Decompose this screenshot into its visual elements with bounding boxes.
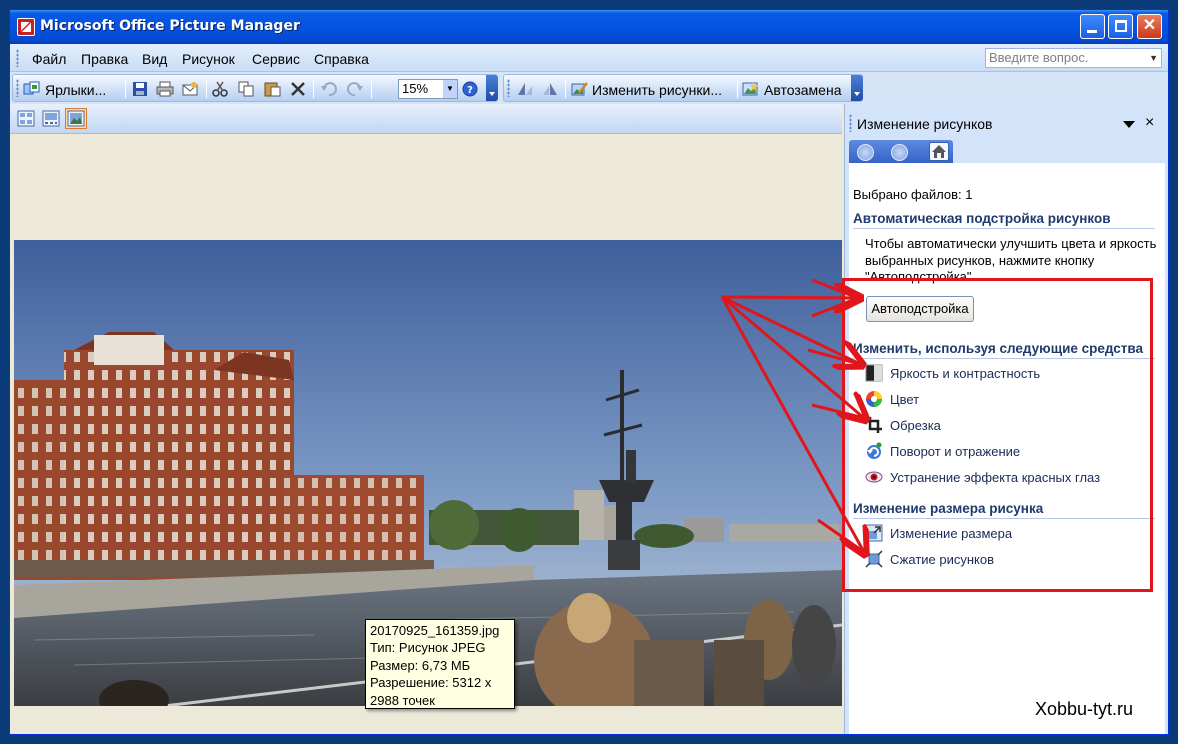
menu-edit[interactable]: Правка (81, 51, 128, 67)
toolbar-separator (371, 80, 372, 98)
toolbar-band-picture: Изменить рисунки... Автозамена (503, 74, 863, 102)
filmstrip-view-button[interactable] (40, 108, 62, 129)
autocorrect-button[interactable]: Автозамена (764, 82, 842, 98)
toolbar-grip[interactable] (16, 79, 19, 97)
print-icon[interactable] (156, 81, 174, 97)
thumbnails-icon (17, 110, 35, 127)
menu-view[interactable]: Вид (142, 51, 167, 67)
toolbar-options-chevron[interactable] (851, 75, 863, 101)
toolbar-separator (206, 80, 207, 98)
task-pane-navigation (849, 140, 953, 163)
task-pane-close-icon[interactable]: × (1145, 114, 1154, 132)
annotation-highlight-box (842, 278, 1153, 592)
task-pane-dropdown-icon[interactable] (1123, 121, 1135, 128)
toolbar-options-chevron[interactable] (486, 75, 498, 101)
maximize-button[interactable] (1108, 14, 1133, 39)
send-mail-icon[interactable] (181, 81, 199, 97)
maximize-icon (1115, 20, 1127, 32)
auto-correct-description-line2: выбранных рисунков, нажмите кнопку (865, 253, 1095, 268)
auto-correct-heading: Автоматическая подстройка рисунков (853, 211, 1111, 226)
redo-icon[interactable] (346, 81, 364, 97)
toolbar-grip[interactable] (507, 79, 510, 97)
help-placeholder: Введите вопрос. (989, 50, 1089, 65)
rotate-right-icon[interactable] (541, 81, 559, 97)
tooltip-filename: 20170925_161359.jpg (370, 623, 500, 638)
toolbar-band-standard: Ярлыки... 15% ▼ ? (12, 74, 498, 102)
single-picture-view-button[interactable] (65, 108, 87, 129)
forward-icon[interactable] (891, 144, 908, 161)
edit-pictures-button[interactable]: Изменить рисунки... (592, 82, 722, 98)
standard-toolbar: Ярлыки... 15% ▼ ? Изменить рисунки... Ав… (10, 72, 1168, 104)
task-pane-title[interactable]: Изменение рисунков (857, 116, 992, 132)
picture-manager-app-icon[interactable] (17, 18, 35, 36)
toolbar-separator (737, 80, 738, 98)
shortcuts-icon (23, 81, 40, 95)
help-icon[interactable]: ? (461, 81, 479, 97)
tooltip-resolution-cont: 2988 точек (370, 692, 435, 708)
site-watermark: Xobbu-tyt.ru (1035, 699, 1134, 719)
undo-icon[interactable] (320, 81, 338, 97)
cut-icon[interactable] (211, 81, 229, 97)
delete-icon[interactable] (289, 81, 307, 97)
toolbar-separator (125, 80, 126, 98)
auto-correct-description-line1: Чтобы автоматически улучшить цвета и ярк… (865, 236, 1157, 251)
zoom-value: 15% (402, 81, 429, 96)
task-pane-header: Изменение рисунков × (845, 108, 1168, 138)
paste-icon[interactable] (263, 81, 281, 97)
tooltip-size: Размер: 6,73 МБ (370, 657, 471, 673)
section-divider (853, 228, 1155, 229)
autocorrect-icon (742, 82, 758, 96)
toolbar-separator (565, 80, 566, 98)
zoom-select[interactable]: 15% ▼ (398, 79, 458, 99)
back-icon[interactable] (857, 144, 874, 161)
menu-picture[interactable]: Рисунок (182, 51, 235, 67)
edit-pictures-icon (571, 82, 588, 96)
filmstrip-icon (42, 110, 60, 127)
menu-bar: Файл Правка Вид Рисунок Сервис Справка В… (10, 44, 1168, 72)
chevron-down-icon[interactable]: ▼ (443, 80, 457, 98)
help-question-input[interactable]: Введите вопрос. ▼ (985, 48, 1162, 68)
menubar-grip[interactable] (16, 49, 19, 67)
copy-icon[interactable] (237, 81, 255, 97)
close-icon: ✕ (1142, 17, 1157, 34)
file-info-tooltip: 20170925_161359.jpg Тип: Рисунок JPEG Ра… (365, 619, 515, 709)
dropdown-arrow-icon[interactable]: ▼ (1149, 49, 1158, 67)
menu-file[interactable]: Файл (32, 51, 66, 67)
rotate-left-icon[interactable] (516, 81, 534, 97)
home-icon[interactable] (929, 142, 949, 161)
menu-tools[interactable]: Сервис (252, 51, 300, 67)
menu-help[interactable]: Справка (314, 51, 369, 67)
svg-text:?: ? (467, 85, 473, 96)
toolbar-separator (313, 80, 314, 98)
close-button[interactable]: ✕ (1137, 14, 1162, 39)
task-pane-grip[interactable] (849, 114, 852, 132)
shortcuts-button[interactable]: Ярлыки... (45, 82, 106, 98)
single-picture-icon (67, 110, 85, 127)
minimize-button[interactable] (1080, 14, 1105, 39)
minimize-icon (1087, 30, 1097, 33)
title-bar[interactable]: Microsoft Office Picture Manager ✕ (10, 10, 1168, 44)
tooltip-type: Тип: Рисунок JPEG (370, 640, 486, 656)
thumbnail-view-button[interactable] (15, 108, 37, 129)
view-mode-bar (10, 104, 842, 134)
tooltip-resolution: Разрешение: 5312 x (370, 675, 492, 691)
save-icon[interactable] (131, 81, 149, 97)
window-title: Microsoft Office Picture Manager (40, 18, 300, 34)
files-selected-count: Выбрано файлов: 1 (853, 187, 973, 202)
